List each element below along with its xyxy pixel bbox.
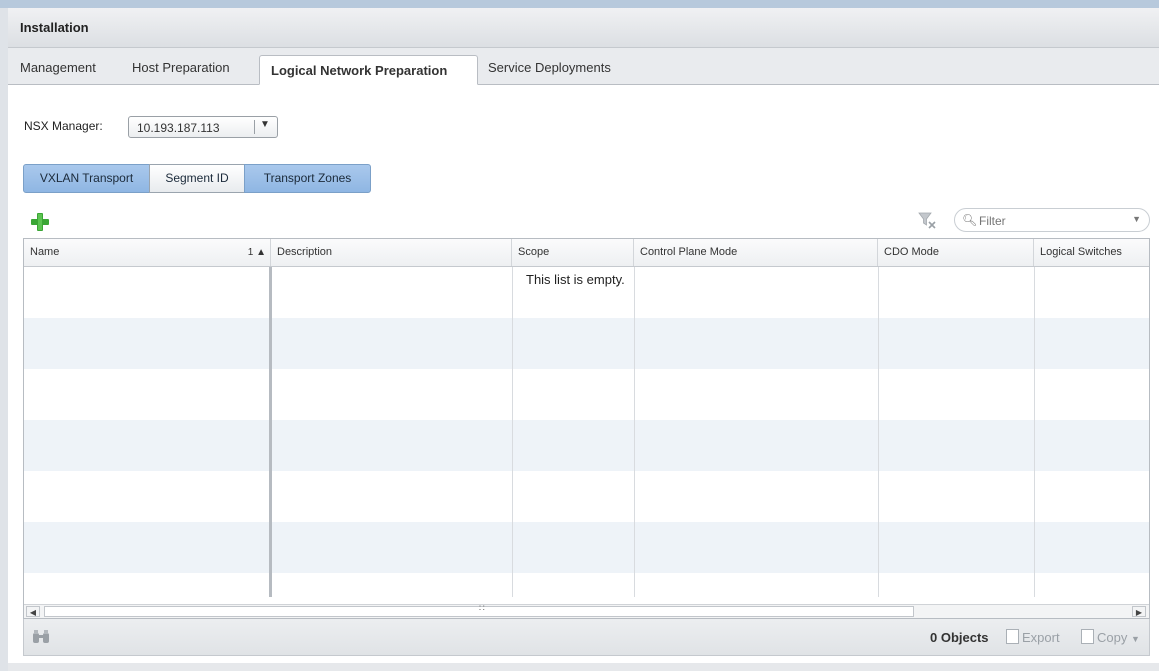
binoculars-icon[interactable] xyxy=(32,629,50,645)
select-separator xyxy=(254,120,255,134)
segment-transport-zones[interactable]: Transport Zones xyxy=(244,164,371,193)
filter-input[interactable] xyxy=(977,212,1131,230)
table-row xyxy=(24,420,1149,471)
column-divider xyxy=(1034,267,1035,597)
nsx-manager-label: NSX Manager: xyxy=(24,119,103,133)
table-header: Name 1 ▲ Description Scope Control Plane… xyxy=(24,239,1149,267)
table-footer: 0 Objects Export Copy ▼ xyxy=(23,619,1150,656)
table-row xyxy=(24,318,1149,369)
table-row xyxy=(24,573,1149,604)
column-header-description[interactable]: Description xyxy=(271,239,512,266)
sort-ascending-indicator: 1 ▲ xyxy=(247,247,266,258)
search-icon: 🔍︎ xyxy=(962,213,978,227)
horizontal-scrollbar[interactable]: ◀ ∷ ▶ xyxy=(24,603,1149,618)
nsx-manager-value: 10.193.187.113 xyxy=(137,121,220,135)
segment-segment-id[interactable]: Segment ID xyxy=(149,164,245,193)
export-button[interactable]: Export xyxy=(1006,629,1060,645)
column-divider xyxy=(634,267,635,597)
column-header-name[interactable]: Name 1 ▲ xyxy=(24,239,271,266)
scroll-left-icon[interactable]: ◀ xyxy=(26,606,40,617)
bottom-strip xyxy=(8,663,1159,671)
column-divider xyxy=(512,267,513,597)
nsx-manager-select[interactable]: 10.193.187.113 ▼ xyxy=(128,116,278,138)
tab-service-deployments[interactable]: Service Deployments xyxy=(488,48,611,84)
tab-logical-network-preparation[interactable]: Logical Network Preparation xyxy=(259,55,478,85)
segment-vxlan-transport[interactable]: VXLAN Transport xyxy=(23,164,150,193)
object-count: 0 Objects xyxy=(930,630,989,645)
chevron-down-icon: ▼ xyxy=(1130,634,1140,644)
export-icon xyxy=(1006,629,1019,644)
tab-host-preparation[interactable]: Host Preparation xyxy=(132,48,230,84)
copy-icon xyxy=(1081,629,1094,644)
column-header-logical-switches[interactable]: Logical Switches xyxy=(1034,239,1149,266)
chevron-down-icon: ▼ xyxy=(260,119,270,130)
tab-management[interactable]: Management xyxy=(20,48,96,84)
column-header-cdo-mode[interactable]: CDO Mode xyxy=(878,239,1034,266)
column-divider xyxy=(878,267,879,597)
transport-zones-table: Name 1 ▲ Description Scope Control Plane… xyxy=(23,238,1150,619)
panel-title: Installation xyxy=(8,8,1159,48)
plus-icon[interactable] xyxy=(30,212,50,232)
table-row xyxy=(24,522,1149,573)
scroll-right-icon[interactable]: ▶ xyxy=(1132,606,1146,617)
table-row xyxy=(24,369,1149,420)
filter-clear-icon[interactable] xyxy=(918,211,936,229)
top-accent-bar xyxy=(0,0,1159,8)
tab-bar: Management Host Preparation Logical Netw… xyxy=(8,48,1159,85)
copy-button[interactable]: Copy ▼ xyxy=(1081,629,1140,645)
table-row xyxy=(24,471,1149,522)
scrollbar-grip-icon: ∷ xyxy=(479,603,485,613)
filter-field[interactable]: 🔍︎ ▼ xyxy=(954,208,1150,232)
column-header-control-plane-mode[interactable]: Control Plane Mode xyxy=(634,239,878,266)
empty-list-message: This list is empty. xyxy=(526,272,625,287)
column-header-scope[interactable]: Scope xyxy=(512,239,634,266)
frozen-column-divider[interactable] xyxy=(269,267,272,597)
chevron-down-icon[interactable]: ▼ xyxy=(1132,214,1141,224)
